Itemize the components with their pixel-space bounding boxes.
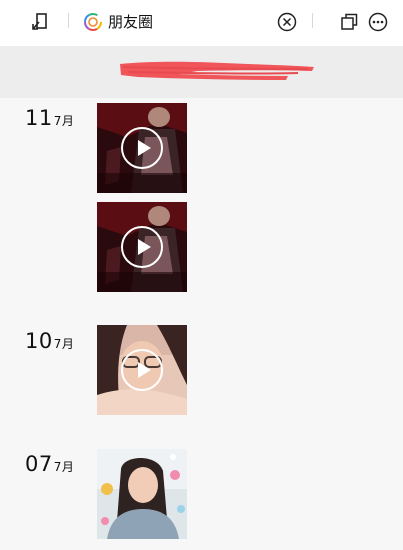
play-icon (121, 226, 163, 268)
date-month: 7月 (53, 460, 75, 474)
date-day: 11 (25, 106, 53, 130)
video-thumbnail[interactable] (97, 103, 187, 193)
date-day: 10 (25, 329, 53, 353)
photo-thumbnail[interactable] (97, 449, 187, 539)
post-date: 107月 (25, 329, 74, 356)
redacted-name (120, 61, 314, 80)
copy-window-icon[interactable] (339, 12, 359, 32)
play-icon (121, 349, 163, 391)
more-icon[interactable] (368, 12, 388, 32)
minimize-icon[interactable] (30, 12, 50, 32)
video-thumbnail[interactable] (97, 202, 187, 292)
moments-logo-icon (84, 13, 102, 31)
toolbar-separator (68, 13, 69, 28)
photo-image (97, 449, 187, 539)
date-month: 7月 (53, 337, 75, 351)
play-icon (121, 127, 163, 169)
page-title: 朋友圈 (108, 13, 154, 31)
toolbar-separator (312, 13, 313, 28)
video-thumbnail[interactable] (97, 325, 187, 415)
close-circle-icon[interactable] (277, 12, 297, 32)
top-bar: 朋友圈 (0, 0, 403, 46)
post-date: 117月 (25, 106, 74, 133)
post-date: 077月 (25, 452, 74, 479)
date-month: 7月 (53, 114, 75, 128)
date-day: 07 (25, 452, 53, 476)
